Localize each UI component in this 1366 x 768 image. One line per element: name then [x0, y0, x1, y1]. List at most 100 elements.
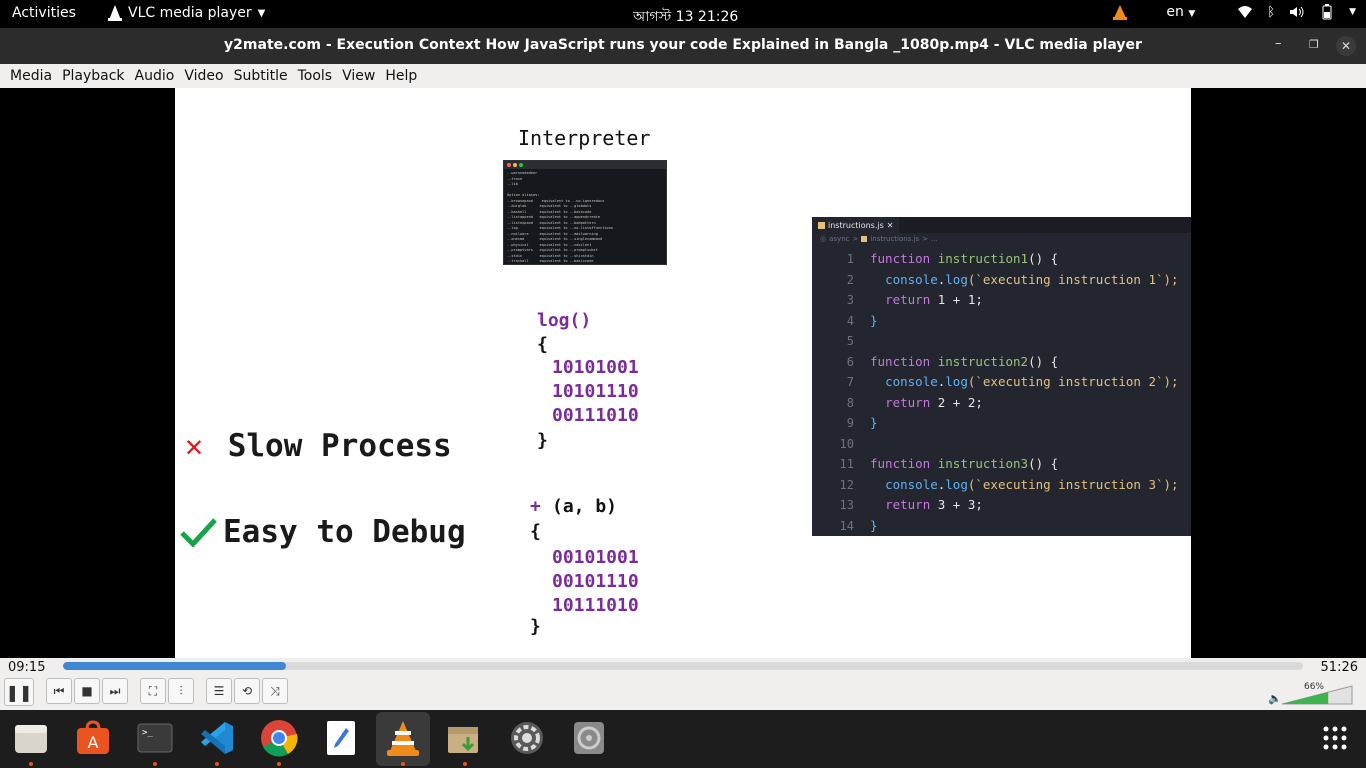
fullscreen-button[interactable]: ⛶: [140, 678, 166, 704]
equalizer-icon: ⫶: [179, 683, 183, 698]
terminal-screenshot: --warnnodedeer --trace --lib Option aliase…: [503, 160, 667, 265]
plus-close-brace: }: [530, 616, 541, 637]
minimize-button[interactable]: –: [1275, 36, 1282, 51]
con-label: Slow Process: [227, 428, 452, 464]
line-number: 5: [846, 334, 854, 348]
stop-icon: ■: [81, 684, 93, 698]
previous-button[interactable]: ⏮: [46, 678, 72, 704]
next-icon: ⏭: [109, 683, 121, 698]
code-token: return: [885, 497, 931, 512]
editor-tab-label: instructions.js: [828, 220, 884, 230]
speaker-icon: 🔈: [1268, 692, 1282, 705]
total-time[interactable]: 51:26: [1321, 660, 1358, 675]
code-line: function instruction3() {: [870, 454, 1179, 475]
software-store-icon: A: [77, 720, 109, 754]
pro-label: Easy to Debug: [223, 514, 466, 550]
code-line: }: [870, 413, 1179, 434]
video-area[interactable]: Interpreter --warnnodedeer --trace --lib O…: [0, 88, 1366, 658]
system-menu-chevron-icon[interactable]: ▼: [1349, 7, 1356, 17]
code-line: return 1 + 1;: [870, 290, 1179, 311]
software-app[interactable]: A: [73, 718, 113, 758]
plus-operator: +: [530, 496, 541, 517]
async-icon: ◎: [820, 235, 827, 243]
seek-bar[interactable]: [63, 662, 1303, 670]
code-token: console: [885, 374, 938, 389]
check-icon: [180, 518, 217, 547]
vlc-tray-icon[interactable]: [1112, 4, 1128, 20]
line-number: 6: [846, 354, 854, 369]
volume-control[interactable]: 🔈 66%: [1268, 682, 1358, 706]
window-title: y2mate.com - Execution Context How JavaS…: [224, 37, 1142, 53]
menu-help[interactable]: Help: [380, 68, 422, 84]
clock[interactable]: আগস্ট 13 21:26: [633, 5, 738, 29]
activities-button[interactable]: Activities: [12, 5, 76, 21]
plus-bits-1: 00101001: [552, 547, 639, 568]
code-token: }: [870, 415, 878, 430]
language-indicator[interactable]: en ▼: [1166, 4, 1195, 20]
dock: A >_: [0, 710, 1366, 768]
editor-breadcrumb: ◎ async > instructions.js > ...: [820, 235, 938, 243]
terminal-app[interactable]: >_: [135, 718, 175, 758]
code-token: function: [870, 251, 931, 266]
text-editor-app[interactable]: [321, 718, 361, 758]
app-menu[interactable]: VLC media player ▼: [108, 5, 265, 21]
log-open-brace: {: [537, 334, 548, 355]
next-button[interactable]: ⏭: [102, 678, 128, 704]
loop-button[interactable]: ⟲: [234, 678, 260, 704]
shuffle-button[interactable]: ⤨: [262, 678, 288, 704]
menu-view[interactable]: View: [337, 68, 380, 84]
menu-audio[interactable]: Audio: [130, 68, 180, 84]
vscode-app[interactable]: [197, 718, 237, 758]
settings-gear-icon: [511, 722, 543, 754]
code-token: log: [945, 476, 968, 492]
plus-bits-3: 10111010: [552, 595, 639, 616]
line-number: 12: [839, 477, 854, 492]
code-line: function instruction1() {: [870, 249, 1179, 270]
elapsed-time[interactable]: 09:15: [8, 660, 45, 675]
settings-app[interactable]: [507, 718, 547, 758]
vlc-icon: [108, 5, 122, 21]
shuffle-icon: ⤨: [270, 683, 280, 698]
code-token: }: [870, 312, 878, 328]
code-token: 3 + 3;: [930, 497, 983, 512]
loop-icon: ⟲: [241, 684, 253, 698]
terminal-line: --trackall equivalent to --basiccode: [507, 259, 594, 263]
wifi-icon: [1238, 6, 1253, 18]
plus-args: (a, b): [552, 496, 618, 517]
pause-button[interactable]: ❚❚: [4, 678, 34, 706]
show-applications-button[interactable]: [1315, 718, 1355, 758]
code-token: instruction1: [937, 251, 1029, 266]
vlc-app[interactable]: [383, 718, 423, 758]
playlist-button[interactable]: ☰: [206, 678, 232, 704]
close-tab-icon: ✕: [886, 220, 894, 230]
code-line: console.log(`executing instruction 2`);: [870, 372, 1179, 393]
log-bits-3: 00111010: [552, 405, 639, 426]
files-icon: [15, 725, 47, 753]
close-button[interactable]: ✕: [1336, 36, 1356, 56]
archive-manager-app[interactable]: [445, 718, 485, 758]
code-token: }: [870, 517, 878, 533]
code-token: instruction2: [937, 353, 1029, 369]
stop-button[interactable]: ■: [74, 678, 100, 704]
code-token: return: [885, 292, 931, 307]
menu-media[interactable]: Media: [5, 68, 57, 84]
menu-subtitle[interactable]: Subtitle: [229, 68, 293, 84]
menu-tools[interactable]: Tools: [293, 68, 338, 84]
vlc-cone-icon: [387, 721, 419, 756]
code-line: }: [870, 516, 1179, 537]
chrome-app[interactable]: [259, 718, 299, 758]
menu-video[interactable]: Video: [179, 68, 228, 84]
line-number: 10: [839, 436, 854, 451]
seek-progress: [63, 662, 287, 670]
line-number: 13: [839, 498, 854, 512]
maximize-button[interactable]: ❐: [1309, 38, 1319, 51]
disk-image-app[interactable]: [569, 718, 609, 758]
app-name: VLC media player: [128, 5, 252, 21]
top-bar: Activities VLC media player ▼ আগস্ট 13 2…: [0, 0, 1366, 28]
extended-settings-button[interactable]: ⫶: [168, 678, 194, 704]
files-app[interactable]: [11, 718, 51, 758]
volume-slider[interactable]: [1282, 684, 1354, 706]
disk-image-icon: [574, 722, 604, 754]
menu-playback[interactable]: Playback: [57, 68, 129, 84]
line-number: 9: [846, 416, 854, 430]
